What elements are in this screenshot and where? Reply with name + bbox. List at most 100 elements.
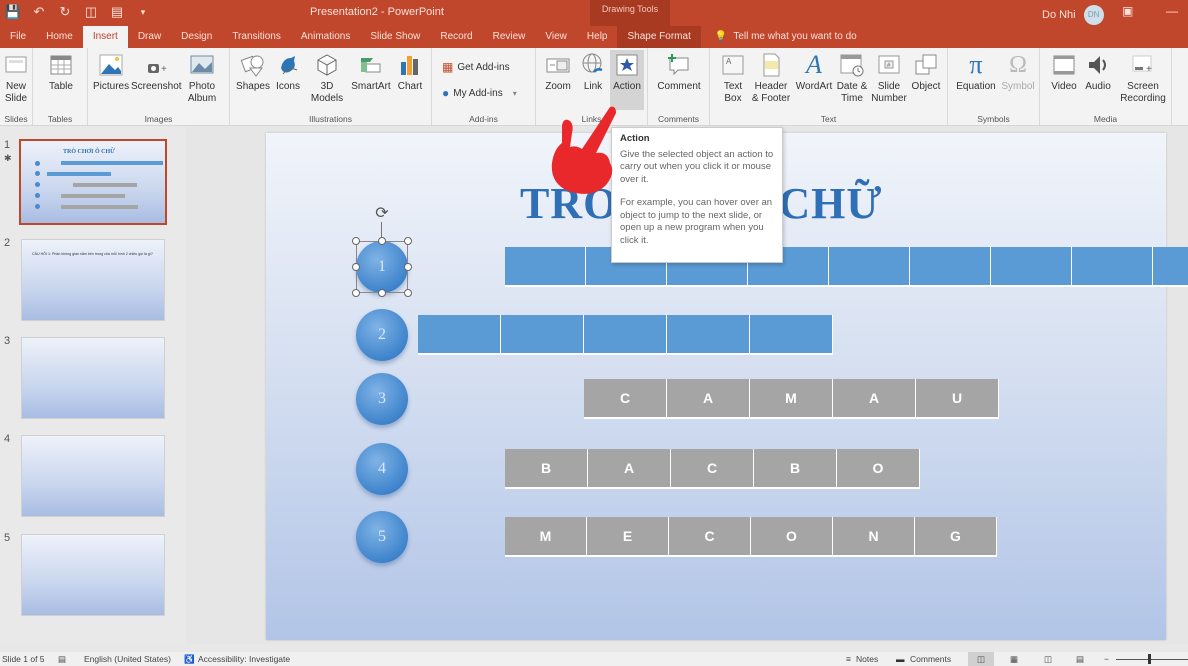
action-button[interactable]: Action <box>610 50 644 110</box>
letter-cell[interactable] <box>584 315 667 353</box>
zoom-out-icon[interactable]: − <box>1104 652 1109 666</box>
screen-recording-button[interactable]: + Screen Recording <box>1118 52 1168 105</box>
tab-draw[interactable]: Draw <box>128 26 171 48</box>
rotate-handle-icon[interactable]: ⟳ <box>373 205 391 223</box>
symbol-button[interactable]: Ω Symbol <box>1000 52 1036 93</box>
table-button[interactable]: Table <box>45 52 77 93</box>
resize-handle[interactable] <box>352 289 360 297</box>
text-box-button[interactable]: A Text Box <box>718 52 748 105</box>
letter-cell[interactable]: A <box>588 449 671 487</box>
object-button[interactable]: Object <box>908 52 944 93</box>
user-account[interactable]: Do Nhi DN <box>1042 5 1104 25</box>
reading-view-icon[interactable]: ◫ <box>1044 652 1052 666</box>
tab-file[interactable]: File <box>0 26 36 48</box>
letter-cell[interactable]: G <box>915 517 997 555</box>
letter-cell[interactable]: O <box>837 449 920 487</box>
zoom-button[interactable]: Zoom <box>541 52 575 93</box>
letter-cell[interactable]: A <box>833 379 916 417</box>
question-button-3[interactable]: 3 <box>356 373 408 425</box>
notes-button[interactable]: Notes <box>856 652 878 666</box>
minimize-icon[interactable]: — <box>1166 4 1178 18</box>
resize-handle[interactable] <box>352 263 360 271</box>
question-button-5[interactable]: 5 <box>356 511 408 563</box>
letter-cell[interactable] <box>910 247 991 285</box>
comments-button[interactable]: Comments <box>910 652 951 666</box>
ribbon-display-icon[interactable]: ▣ <box>1122 4 1133 18</box>
slideshow-icon[interactable]: ▤ <box>1076 652 1084 666</box>
slide-thumbnail-4[interactable] <box>21 435 165 517</box>
slide-thumbnail-3[interactable] <box>21 337 165 419</box>
tab-insert[interactable]: Insert <box>82 26 128 48</box>
letter-cell[interactable]: M <box>750 379 833 417</box>
letter-cell[interactable] <box>991 247 1072 285</box>
wordart-button[interactable]: A WordArt <box>794 52 834 93</box>
resize-handle[interactable] <box>404 289 412 297</box>
letter-cell[interactable]: N <box>833 517 915 555</box>
photo-album-button[interactable]: Photo Album <box>184 52 220 105</box>
tab-record[interactable]: Record <box>430 26 482 48</box>
language[interactable]: English (United States) <box>84 652 171 666</box>
new-slide-button[interactable]: New Slide <box>0 52 32 105</box>
question-button-4[interactable]: 4 <box>356 443 408 495</box>
slide-thumbnail-5[interactable] <box>21 534 165 616</box>
letter-cell[interactable]: E <box>587 517 669 555</box>
redo-icon[interactable]: ↻ <box>56 3 74 21</box>
icons-button[interactable]: Icons <box>273 52 303 93</box>
link-button[interactable]: Link <box>578 52 608 93</box>
tell-me-search[interactable]: 💡 Tell me what you want to do <box>701 26 857 48</box>
tab-animations[interactable]: Animations <box>291 26 360 48</box>
date-time-button[interactable]: Date & Time <box>834 52 870 105</box>
letter-cell[interactable] <box>501 315 584 353</box>
letter-cell[interactable]: C <box>669 517 751 555</box>
zoom-slider-thumb[interactable] <box>1148 654 1151 664</box>
letter-cell[interactable] <box>1072 247 1153 285</box>
smartart-button[interactable]: SmartArt <box>348 52 394 93</box>
screenshot-button[interactable]: + Screenshot <box>131 52 182 93</box>
question-button-2[interactable]: 2 <box>356 309 408 361</box>
letter-cell[interactable]: M <box>505 517 587 555</box>
letter-cell[interactable]: B <box>505 449 588 487</box>
present-icon[interactable]: ◫ <box>82 3 100 21</box>
resize-handle[interactable] <box>404 237 412 245</box>
save-icon[interactable]: 💾 <box>4 3 22 21</box>
tab-transitions[interactable]: Transitions <box>222 26 291 48</box>
slide-number-button[interactable]: # Slide Number <box>870 52 908 105</box>
letter-cell[interactable] <box>418 315 501 353</box>
tab-review[interactable]: Review <box>483 26 536 48</box>
tab-view[interactable]: View <box>535 26 577 48</box>
letter-cell[interactable] <box>829 247 910 285</box>
slide-thumbnail-2[interactable]: CÂU HỎI 1: Phần không gian nằm bên trong… <box>21 239 165 321</box>
resize-handle[interactable] <box>404 263 412 271</box>
undo-icon[interactable]: ↶ <box>30 3 48 21</box>
chart-button[interactable]: Chart <box>394 52 426 93</box>
tab-slide-show[interactable]: Slide Show <box>360 26 430 48</box>
letter-cell[interactable]: O <box>751 517 833 555</box>
equation-button[interactable]: π Equation <box>954 52 998 93</box>
my-addins-button[interactable]: ● My Add-ins ▾ <box>442 86 517 100</box>
resize-handle[interactable] <box>352 237 360 245</box>
letter-cell[interactable]: C <box>671 449 754 487</box>
letter-cell[interactable] <box>505 247 586 285</box>
resize-handle[interactable] <box>378 289 386 297</box>
spell-check-icon[interactable]: ▤ <box>58 652 66 666</box>
letter-cell[interactable] <box>667 315 750 353</box>
resize-handle[interactable] <box>378 237 386 245</box>
3d-models-button[interactable]: 3D Models <box>308 52 346 105</box>
letter-cell[interactable]: U <box>916 379 999 417</box>
letter-cell[interactable]: B <box>754 449 837 487</box>
tab-home[interactable]: Home <box>36 26 83 48</box>
get-addins-button[interactable]: ▦ Get Add-ins <box>442 60 510 74</box>
slide-thumbnail-1[interactable]: TRÒ CHƠI Ô CHỮ <box>19 139 167 225</box>
comment-button[interactable]: Comment <box>656 52 702 93</box>
letter-cell[interactable] <box>750 315 833 353</box>
tab-shape-format[interactable]: Shape Format <box>617 26 701 48</box>
normal-view-icon[interactable]: ◫ <box>968 652 994 666</box>
zoom-slider[interactable] <box>1116 659 1188 660</box>
video-button[interactable]: Video <box>1048 52 1080 93</box>
header-footer-button[interactable]: Header & Footer <box>750 52 792 105</box>
letter-cell[interactable]: A <box>667 379 750 417</box>
accessibility-status[interactable]: Accessibility: Investigate <box>198 652 290 666</box>
audio-button[interactable]: Audio <box>1082 52 1114 93</box>
tab-design[interactable]: Design <box>171 26 222 48</box>
letter-cell[interactable] <box>1153 247 1188 285</box>
